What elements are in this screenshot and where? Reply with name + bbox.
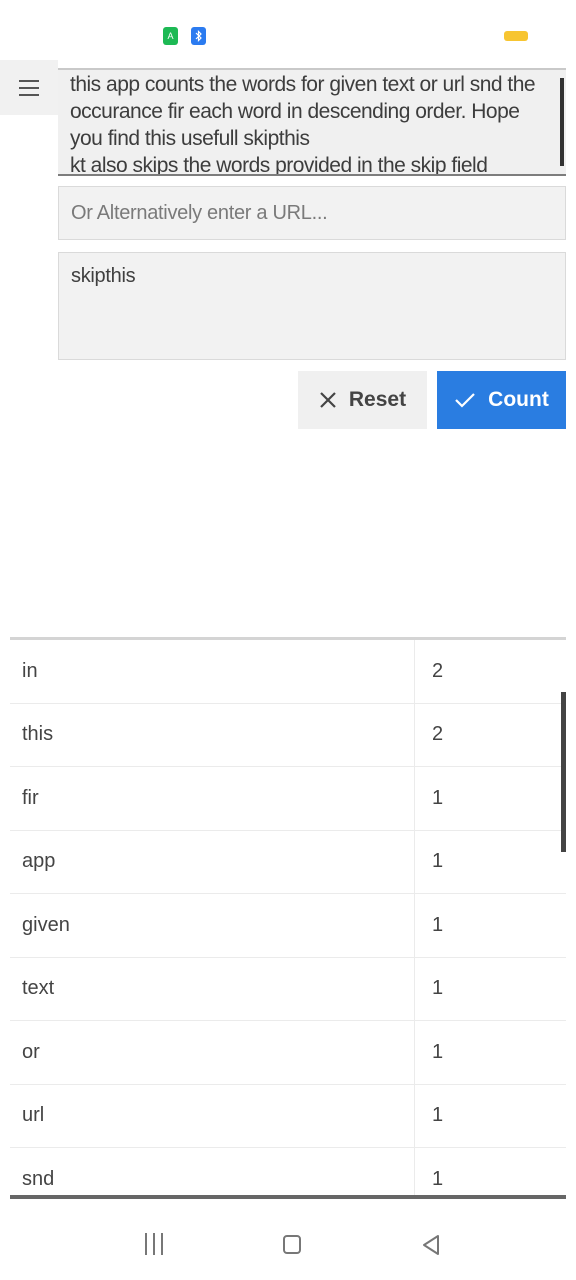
word-cell: text <box>10 957 415 1020</box>
reset-button-label: Reset <box>348 388 407 411</box>
count-cell: 1 <box>432 786 444 809</box>
status-bar: A <box>0 0 576 60</box>
text-input-scrollbar[interactable] <box>560 78 564 166</box>
reset-button[interactable]: Reset <box>298 371 427 429</box>
table-row[interactable]: app 1 <box>10 830 566 894</box>
word-cell: fir <box>10 767 415 830</box>
url-input[interactable]: Or Alternatively enter a URL... <box>58 186 566 240</box>
close-icon <box>320 392 336 408</box>
count-cell: 2 <box>432 723 444 746</box>
text-input-value: this app counts the words for given text… <box>70 73 536 176</box>
skip-words-input[interactable]: skipthis <box>58 252 566 360</box>
word-cell: this <box>10 703 415 766</box>
battery-icon <box>504 31 528 41</box>
system-nav-bar <box>0 1200 576 1280</box>
table-row[interactable]: text 1 <box>10 957 566 1021</box>
results-table: in 2 this 2 fir 1 app 1 given 1 text 1 o… <box>10 637 566 1199</box>
url-input-placeholder: Or Alternatively enter a URL... <box>71 201 328 224</box>
word-cell: given <box>10 894 415 957</box>
table-row[interactable]: url 1 <box>10 1084 566 1148</box>
count-cell: 1 <box>432 913 444 936</box>
app-notification-icon: A <box>163 27 178 45</box>
back-icon[interactable] <box>421 1234 441 1256</box>
word-cell: or <box>10 1021 415 1084</box>
count-cell: 1 <box>432 977 444 1000</box>
count-button-label: Count <box>488 388 549 411</box>
table-row[interactable]: this 2 <box>10 703 566 767</box>
text-input[interactable]: this app counts the words for given text… <box>58 68 566 176</box>
table-row[interactable]: fir 1 <box>10 767 566 831</box>
results-scrollbar[interactable] <box>561 692 566 852</box>
count-cell: 2 <box>432 659 444 682</box>
table-row[interactable]: given 1 <box>10 894 566 958</box>
table-row[interactable]: or 1 <box>10 1021 566 1085</box>
table-row[interactable]: in 2 <box>10 640 566 704</box>
count-cell: 1 <box>432 1040 444 1063</box>
word-cell: in <box>10 640 415 703</box>
count-cell: 1 <box>432 1167 444 1190</box>
count-cell: 1 <box>432 1104 444 1127</box>
word-cell: app <box>10 830 415 893</box>
check-icon <box>455 393 475 408</box>
home-icon[interactable] <box>283 1235 301 1254</box>
bluetooth-glyph <box>195 30 202 42</box>
count-button[interactable]: Count <box>437 371 566 429</box>
bluetooth-icon <box>191 27 206 45</box>
word-cell: url <box>10 1084 415 1147</box>
skip-words-value: skipthis <box>71 265 136 287</box>
table-row[interactable]: snd 1 <box>10 1148 566 1195</box>
hamburger-icon <box>19 79 39 96</box>
count-cell: 1 <box>432 850 444 873</box>
recent-apps-icon[interactable] <box>145 1233 163 1255</box>
menu-button[interactable] <box>0 60 58 115</box>
word-cell: snd <box>10 1148 415 1195</box>
